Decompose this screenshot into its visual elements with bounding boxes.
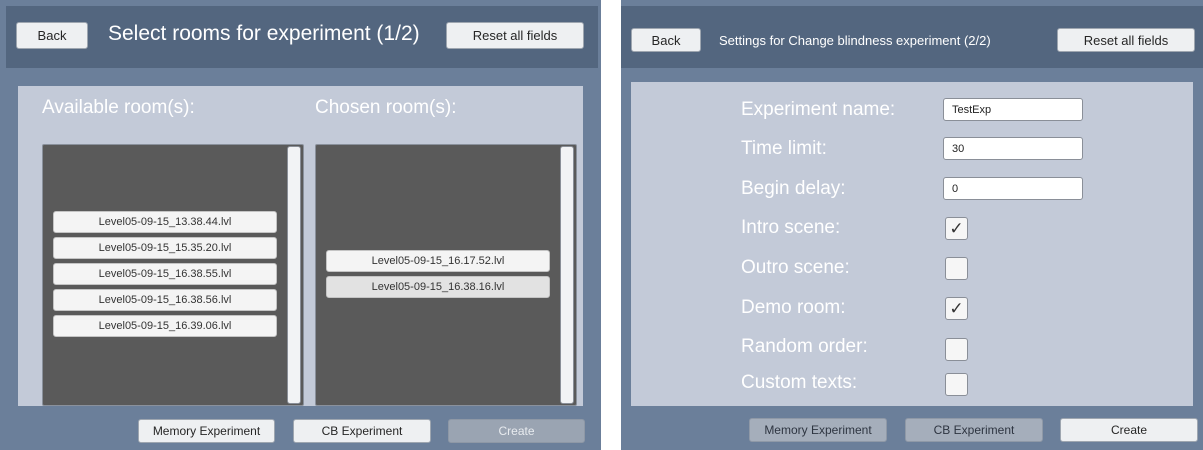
cb-experiment-button[interactable]: CB Experiment [293,419,431,443]
header-bar: Back Settings for Change blindness exper… [621,6,1203,68]
reset-all-fields-button[interactable]: Reset all fields [1057,28,1195,52]
begin-delay-label: Begin delay: [741,178,846,199]
memory-experiment-button[interactable]: Memory Experiment [749,418,887,442]
reset-all-fields-button[interactable]: Reset all fields [446,22,584,49]
chosen-rooms-list[interactable]: Level05-09-15_16.17.52.lvl Level05-09-15… [315,144,577,406]
demo-room-label: Demo room: [741,297,846,318]
custom-texts-checkbox[interactable] [945,373,968,396]
available-room-item[interactable]: Level05-09-15_13.38.44.lvl [53,211,277,233]
begin-delay-field[interactable]: 0 [943,177,1083,200]
available-rooms-list[interactable]: Level05-09-15_13.38.44.lvl Level05-09-15… [42,144,304,406]
cb-experiment-button[interactable]: CB Experiment [905,418,1043,442]
random-order-label: Random order: [741,336,868,357]
memory-experiment-button[interactable]: Memory Experiment [138,419,275,443]
page-title: Settings for Change blindness experiment… [719,33,991,48]
back-button[interactable]: Back [631,28,701,52]
available-room-item[interactable]: Level05-09-15_16.39.06.lvl [53,315,277,337]
chosen-rooms-heading: Chosen room(s): [315,97,457,118]
create-button[interactable]: Create [1060,418,1198,442]
chosen-room-item[interactable]: Level05-09-15_16.38.16.lvl [326,276,550,298]
intro-scene-checkbox[interactable]: ✓ [945,217,968,240]
checkmark-icon: ✓ [949,219,964,238]
experiment-settings-screen: Back Settings for Change blindness exper… [621,0,1203,450]
custom-texts-label: Custom texts: [741,372,858,393]
room-selection-screen: Back Select rooms for experiment (1/2) R… [0,0,601,450]
time-limit-label: Time limit: [741,138,827,159]
available-room-item[interactable]: Level05-09-15_16.38.56.lvl [53,289,277,311]
settings-form: Experiment name: TestExp Time limit: 30 … [631,82,1193,406]
chosen-list-scrollbar[interactable] [560,146,574,404]
available-room-item[interactable]: Level05-09-15_16.38.55.lvl [53,263,277,285]
chosen-room-item[interactable]: Level05-09-15_16.17.52.lvl [326,250,550,272]
experiment-name-label: Experiment name: [741,99,896,120]
available-list-scrollbar[interactable] [287,146,301,404]
create-button[interactable]: Create [448,419,585,443]
available-rooms-heading: Available room(s): [42,97,195,118]
room-selection-area: Available room(s): Chosen room(s): Level… [18,86,583,406]
available-room-item[interactable]: Level05-09-15_15.35.20.lvl [53,237,277,259]
back-button[interactable]: Back [16,22,88,49]
experiment-name-field[interactable]: TestExp [943,98,1083,121]
random-order-checkbox[interactable] [945,338,968,361]
demo-room-checkbox[interactable]: ✓ [945,297,968,320]
outro-scene-checkbox[interactable] [945,257,968,280]
outro-scene-label: Outro scene: [741,257,850,278]
header-bar: Back Select rooms for experiment (1/2) R… [6,6,598,68]
time-limit-field[interactable]: 30 [943,137,1083,160]
intro-scene-label: Intro scene: [741,217,841,238]
checkmark-icon: ✓ [949,299,964,318]
page-title: Select rooms for experiment (1/2) [108,22,420,45]
